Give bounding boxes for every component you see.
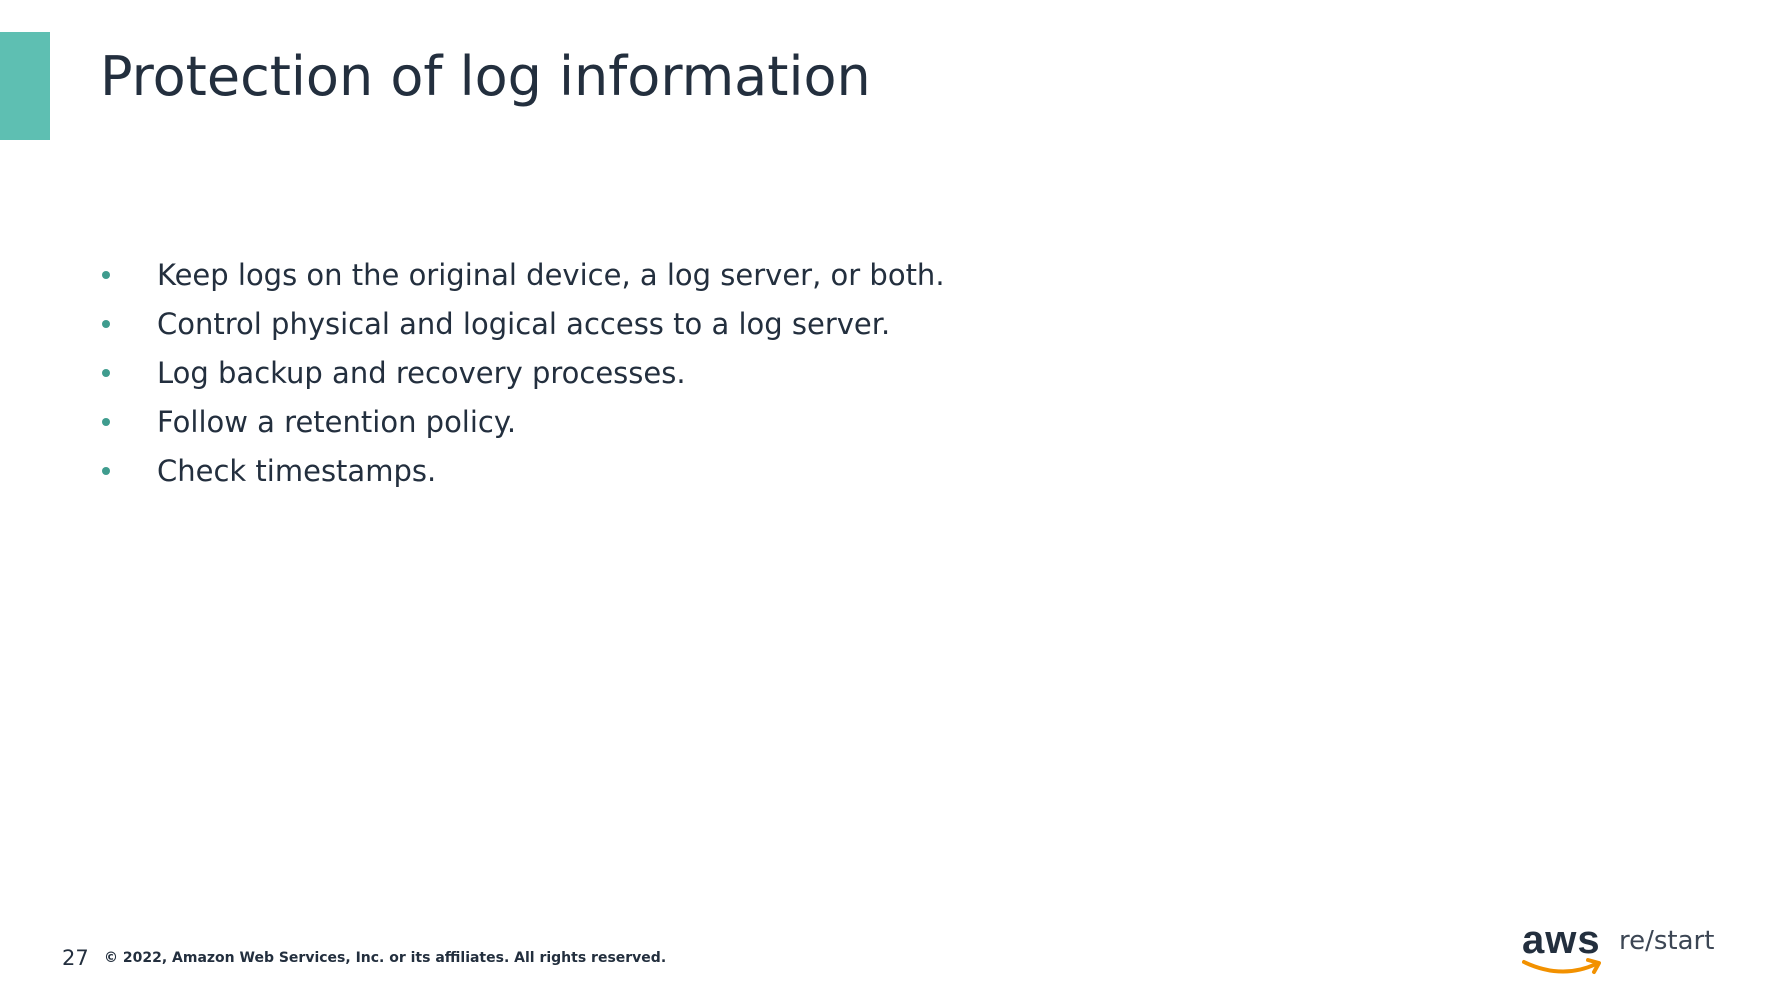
bullet-text: Follow a retention policy. bbox=[157, 404, 517, 439]
bullet-dot-icon bbox=[102, 319, 110, 328]
bullet-dot-icon bbox=[102, 368, 110, 377]
bullet-list: Keep logs on the original device, a log … bbox=[100, 250, 945, 495]
aws-smile-icon bbox=[1522, 958, 1601, 974]
page-number: 27 bbox=[62, 946, 89, 970]
bullet-text: Log backup and recovery processes. bbox=[157, 355, 686, 390]
bullet-text: Keep logs on the original device, a log … bbox=[157, 257, 945, 292]
bullet-dot-icon bbox=[102, 270, 110, 279]
bullet-item: Control physical and logical access to a… bbox=[100, 299, 945, 348]
bullet-item: Follow a retention policy. bbox=[100, 397, 945, 446]
bullet-item: Keep logs on the original device, a log … bbox=[100, 250, 945, 299]
bullet-item: Check timestamps. bbox=[100, 446, 945, 495]
bullet-item: Log backup and recovery processes. bbox=[100, 348, 945, 397]
slide: Protection of log information Keep logs … bbox=[0, 0, 1792, 1002]
title-accent-bar bbox=[0, 32, 50, 140]
bullet-text: Check timestamps. bbox=[157, 453, 437, 488]
copyright-notice: © 2022, Amazon Web Services, Inc. or its… bbox=[104, 950, 667, 966]
bullet-dot-icon bbox=[102, 466, 110, 475]
restart-wordmark: re/start bbox=[1619, 926, 1715, 956]
bullet-dot-icon bbox=[102, 417, 110, 426]
aws-restart-logo: aws re/start bbox=[1522, 918, 1722, 982]
bullet-text: Control physical and logical access to a… bbox=[157, 306, 891, 341]
slide-title: Protection of log information bbox=[100, 45, 871, 108]
